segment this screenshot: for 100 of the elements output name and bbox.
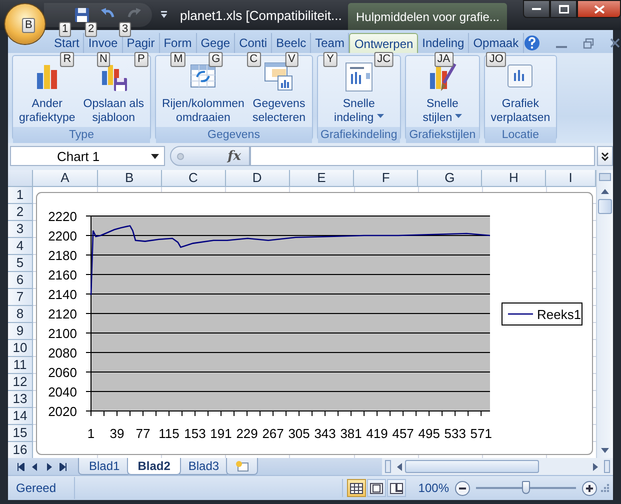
row-header[interactable]: 8 bbox=[8, 306, 33, 323]
axis-label: 153 bbox=[184, 426, 206, 441]
column-header[interactable]: F bbox=[354, 170, 418, 187]
keytip: N bbox=[96, 52, 110, 67]
axis-label: 533 bbox=[444, 426, 466, 441]
plus-icon bbox=[582, 480, 597, 496]
expand-button[interactable] bbox=[597, 146, 613, 166]
caret-icon bbox=[160, 11, 168, 19]
row-header[interactable]: 6 bbox=[8, 272, 33, 289]
page-layout-button[interactable] bbox=[367, 479, 386, 497]
close-icon bbox=[594, 4, 604, 14]
minimize-icon bbox=[532, 8, 541, 10]
axis-label: 419 bbox=[366, 426, 388, 441]
right-arrow-icon bbox=[593, 462, 598, 470]
group-label: Grafiekindeling bbox=[318, 127, 400, 143]
close-button[interactable] bbox=[610, 38, 621, 48]
zoom-in-button[interactable] bbox=[582, 480, 597, 496]
row-header[interactable]: 5 bbox=[8, 255, 33, 272]
normal-view-button[interactable] bbox=[347, 479, 366, 497]
row-header[interactable]: 3 bbox=[8, 221, 33, 238]
left-arrow-icon bbox=[397, 462, 402, 470]
function-field[interactable]: fx bbox=[170, 146, 250, 166]
page-break-button[interactable] bbox=[387, 479, 406, 497]
keytip: Y bbox=[324, 52, 337, 67]
layout-icon bbox=[342, 61, 375, 93]
insert-function-button[interactable]: fx bbox=[226, 148, 243, 164]
split-handle[interactable] bbox=[385, 460, 391, 473]
left-arrow-icon bbox=[31, 462, 39, 470]
data-select-icon bbox=[262, 61, 295, 93]
close-button[interactable] bbox=[577, 0, 621, 18]
axis-label: 343 bbox=[314, 426, 336, 441]
legend-line-icon bbox=[508, 313, 533, 315]
group-label: Type bbox=[13, 127, 150, 143]
row-header[interactable]: 7 bbox=[8, 289, 33, 306]
column-header[interactable]: C bbox=[162, 170, 226, 187]
row-header[interactable]: 15 bbox=[8, 425, 33, 442]
column-header[interactable]: E bbox=[290, 170, 354, 187]
maximize-icon bbox=[558, 4, 568, 14]
axis-label: 2200 bbox=[48, 228, 77, 244]
axis-label: 2140 bbox=[48, 287, 77, 302]
minimize-button[interactable] bbox=[523, 0, 550, 18]
axis-label: 2160 bbox=[48, 268, 77, 282]
column-header[interactable]: A bbox=[32, 170, 98, 187]
maximize-button[interactable] bbox=[550, 0, 577, 18]
keytip: C bbox=[246, 52, 261, 67]
axis-label: 2060 bbox=[48, 365, 77, 380]
group-label: Gegevens bbox=[156, 127, 312, 143]
row-header[interactable]: 1 bbox=[8, 187, 33, 204]
keytip: V bbox=[284, 52, 298, 67]
keytip: M bbox=[170, 52, 186, 67]
axis-label: 1 bbox=[87, 426, 95, 441]
insert-sheet-button[interactable] bbox=[226, 458, 258, 475]
keytip: JO bbox=[486, 52, 506, 67]
scrollbar-thumb[interactable] bbox=[405, 460, 539, 473]
caret-icon bbox=[455, 114, 462, 118]
axis-label: 305 bbox=[288, 426, 310, 441]
restore-button[interactable] bbox=[582, 38, 594, 48]
axis-label: 2220 bbox=[48, 209, 77, 224]
formula-field[interactable] bbox=[250, 146, 595, 166]
axis-label: 115 bbox=[158, 426, 180, 441]
column-header[interactable]: B bbox=[98, 170, 162, 187]
row-header[interactable]: 9 bbox=[8, 323, 33, 340]
legend-label: Reeks1 bbox=[537, 307, 582, 322]
row-header[interactable]: 12 bbox=[8, 374, 33, 391]
keytip: JC bbox=[374, 52, 394, 67]
axis-label: 2020 bbox=[48, 404, 77, 419]
column-header[interactable]: H bbox=[482, 170, 546, 187]
window-title: planet1.xls [Compatibiliteit... bbox=[180, 8, 342, 22]
scrollbar-thumb[interactable] bbox=[598, 199, 612, 214]
axis-label: 2080 bbox=[48, 346, 77, 360]
ribbon-tab[interactable]: Ontwerpen bbox=[349, 33, 418, 53]
save-button[interactable] bbox=[74, 7, 90, 23]
column-header[interactable]: D bbox=[226, 170, 290, 187]
sheet-tab[interactable]: Blad1 bbox=[78, 458, 131, 475]
up-arrow-icon bbox=[601, 189, 610, 194]
axis-label: 2180 bbox=[48, 248, 77, 263]
axis-label: 267 bbox=[262, 426, 284, 441]
row-header[interactable]: 10 bbox=[8, 340, 33, 357]
row-header[interactable]: 13 bbox=[8, 391, 33, 408]
axis-label: 381 bbox=[340, 426, 362, 441]
column-header[interactable]: G bbox=[418, 170, 482, 187]
column-header[interactable]: I bbox=[546, 170, 596, 187]
row-header[interactable]: 4 bbox=[8, 238, 33, 255]
row-header[interactable]: 16 bbox=[8, 442, 33, 458]
help-button[interactable] bbox=[524, 35, 540, 51]
sheet-tab[interactable]: Blad2 bbox=[126, 458, 182, 475]
group-label: Grafiekstijlen bbox=[406, 127, 479, 143]
save-icon bbox=[74, 7, 90, 23]
new-sheet-icon bbox=[235, 460, 250, 472]
row-header[interactable]: 2 bbox=[8, 204, 33, 221]
split-handle[interactable] bbox=[599, 173, 611, 181]
name-box[interactable]: Chart 1 bbox=[10, 146, 165, 166]
row-header[interactable]: 14 bbox=[8, 408, 33, 425]
zoom-out-button[interactable] bbox=[455, 480, 470, 496]
minus-icon bbox=[455, 480, 470, 496]
row-header[interactable]: 11 bbox=[8, 357, 33, 374]
zoom-slider[interactable] bbox=[522, 481, 530, 494]
restore-icon bbox=[582, 38, 594, 48]
keytip: JA bbox=[434, 52, 454, 67]
split-handle[interactable] bbox=[604, 460, 610, 473]
